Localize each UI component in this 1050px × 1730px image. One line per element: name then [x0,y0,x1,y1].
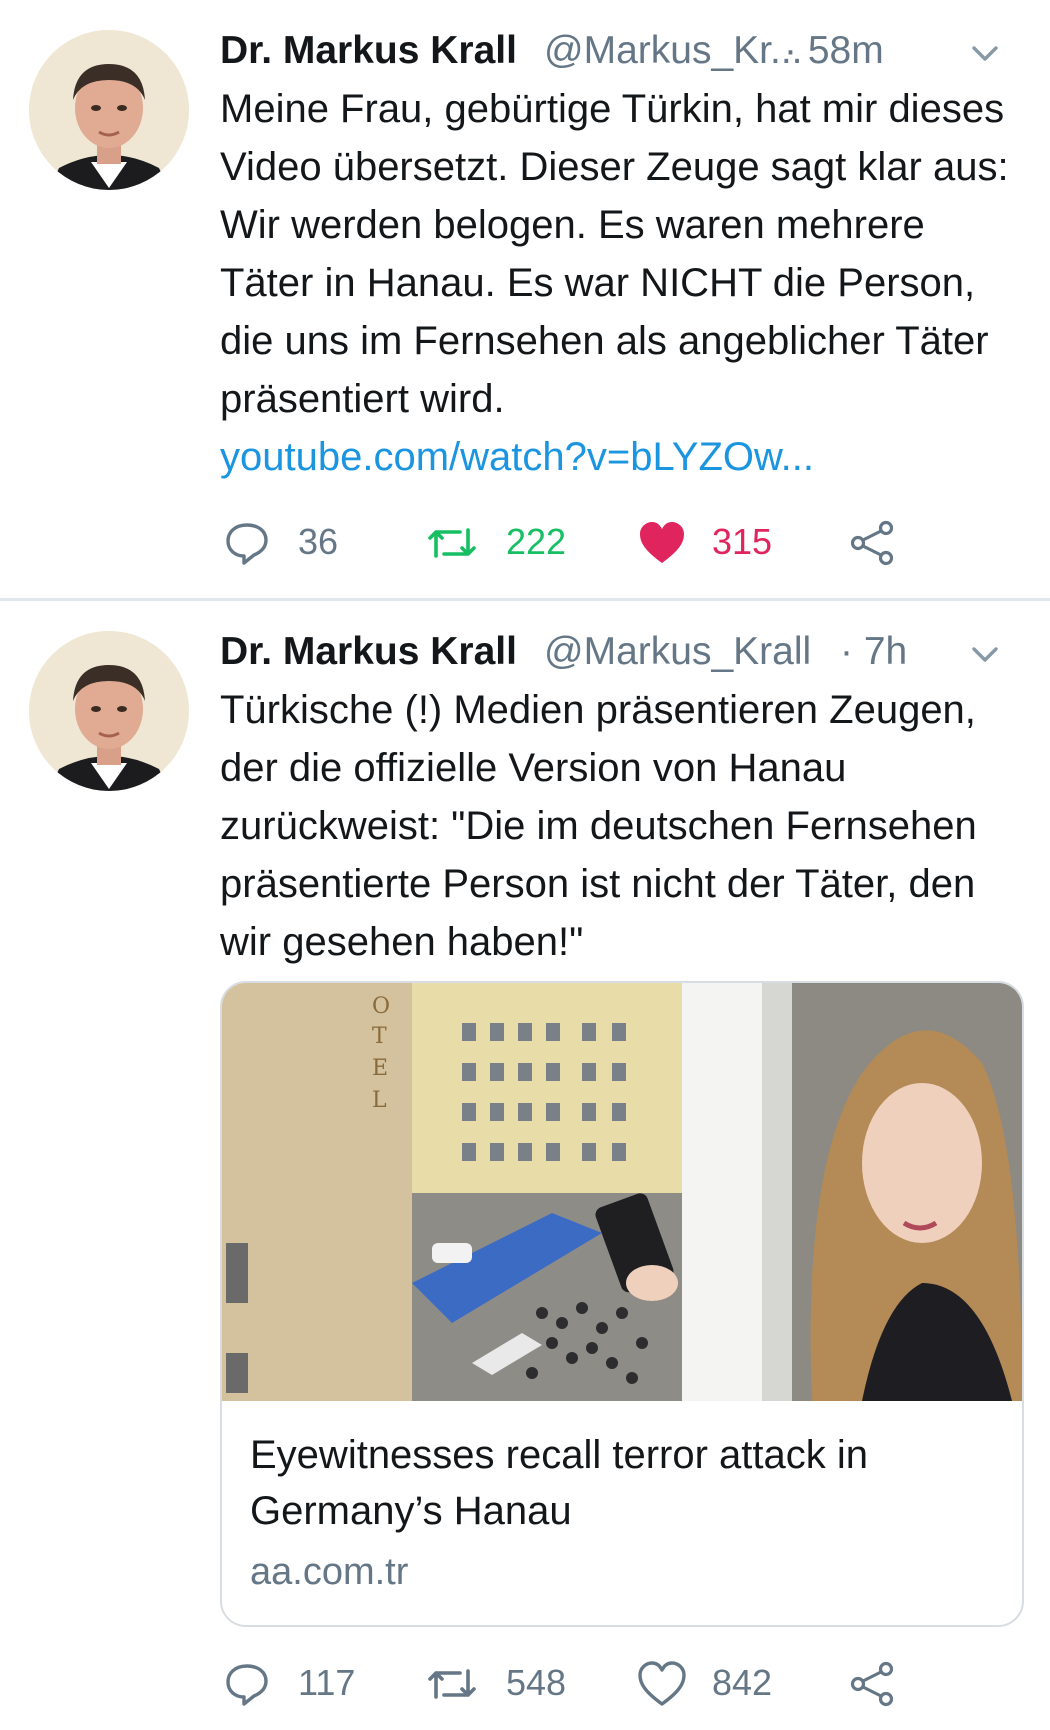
svg-text:E: E [372,1056,388,1081]
tweet-header: Dr. Markus Krall @Markus_Krall · 7h [220,627,1020,677]
card-domain: aa.com.tr [250,1551,409,1593]
avatar[interactable] [29,30,189,190]
tweet-text: Meine Frau, gebürtige Türkin, hat mir di… [220,87,1009,421]
retweet-button[interactable]: 548 [426,1653,596,1713]
tweet-2[interactable]: Dr. Markus Krall @Markus_Krall · 7h Türk… [0,601,1050,1730]
tweet-text-block: Meine Frau, gebürtige Türkin, hat mir di… [220,80,1020,486]
svg-text:T: T [372,1024,387,1049]
tweet-time[interactable]: · 7h [840,627,907,677]
tweet-time[interactable]: · 58m [784,26,884,76]
avatar-photo [29,631,189,791]
svg-text:L: L [372,1088,387,1113]
tweet-link[interactable]: youtube.com/watch?v=bLYZOw... [220,428,1020,486]
author-name[interactable]: Dr. Markus Krall [220,627,517,677]
tweet-header: Dr. Markus Krall @Markus_Kr... · 58m [220,26,1020,76]
share-icon [850,1661,894,1707]
reply-button[interactable]: 117 [224,1653,384,1713]
tweet-actions: 36 222 315 [220,512,920,572]
reply-count: 36 [298,521,339,562]
reply-count: 117 [298,1662,356,1703]
like-button[interactable]: 842 [638,1653,798,1713]
heart-icon [638,1661,686,1706]
chevron-down-icon[interactable] [970,639,1000,669]
like-count: 315 [712,521,773,562]
link-card[interactable]: OTEL Eyewitnesses recall terror attack i… [220,981,1024,1627]
like-count: 842 [712,1662,773,1703]
avatar[interactable] [29,631,189,791]
retweet-count: 548 [506,1662,567,1703]
tweet-text: Türkische (!) Medien präsentieren Zeugen… [220,688,977,964]
reply-button[interactable]: 36 [224,512,364,572]
card-title: Eyewitnesses recall terror attack in Ger… [250,1433,869,1533]
card-image: OTEL [222,983,1022,1401]
svg-text:O: O [372,994,390,1019]
tweet-1[interactable]: Dr. Markus Krall @Markus_Kr... · 58m Mei… [0,0,1050,598]
share-icon [850,520,894,566]
author-handle[interactable]: @Markus_Kr... [544,26,803,76]
author-name[interactable]: Dr. Markus Krall [220,26,517,76]
reply-icon [226,523,268,565]
retweet-button[interactable]: 222 [426,512,596,572]
share-button[interactable] [848,1653,898,1713]
retweet-icon [428,1669,476,1699]
like-button[interactable]: 315 [638,512,798,572]
avatar-photo [29,30,189,190]
retweet-icon [428,528,476,558]
retweet-count: 222 [506,521,567,562]
heart-icon [640,522,684,563]
chevron-down-icon[interactable] [970,38,1000,68]
reply-icon [226,1664,268,1706]
author-handle[interactable]: @Markus_Krall [544,627,811,677]
tweet-actions: 117 548 842 [220,1653,920,1713]
share-button[interactable] [848,512,898,572]
tweet-text-block: Türkische (!) Medien präsentieren Zeugen… [220,681,1020,971]
